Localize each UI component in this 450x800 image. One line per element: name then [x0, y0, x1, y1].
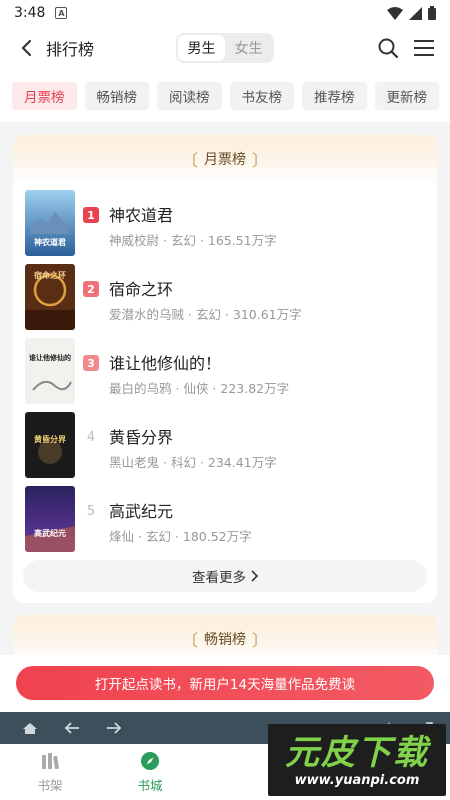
forward-arrow-icon[interactable]	[106, 721, 122, 735]
notification-icon: A	[55, 7, 68, 19]
status-time: 3:48	[14, 5, 46, 21]
book-genre: 玄幻	[195, 307, 221, 322]
book-title: 高武纪元	[109, 502, 174, 521]
book-cover: 高武纪元	[25, 486, 75, 552]
book-item[interactable]: 高武纪元 5 高武纪元 烽仙 · 玄幻 · 180.52万字	[25, 486, 425, 552]
wifi-icon	[387, 6, 403, 20]
book-author: 最白的乌鸦	[109, 381, 172, 396]
home-icon[interactable]	[22, 721, 38, 735]
battery-icon	[428, 6, 436, 20]
ranking-card: 〔 月票榜 〕 神农道君 1 神农道君 神威校尉 · 玄幻 · 165.51万字…	[13, 135, 437, 603]
book-item[interactable]: 谁让他修仙的 3 谁让他修仙的！ 最白的乌鸦 · 仙侠 · 223.82万字	[25, 338, 425, 404]
compass-icon	[141, 751, 159, 770]
header: 排行榜 男生 女生	[0, 26, 450, 70]
tab-monthly-ticket[interactable]: 月票榜	[12, 82, 77, 110]
book-cover: 神农道君	[25, 190, 75, 256]
nav-bookstore[interactable]: 书城	[100, 744, 200, 800]
search-icon[interactable]	[378, 38, 398, 58]
book-meta: 烽仙 · 玄幻 · 180.52万字	[109, 529, 252, 544]
watermark-logo-text: 元皮下载	[285, 732, 429, 773]
nav-bookshelf[interactable]: 书架	[0, 744, 100, 800]
view-more-button[interactable]: 查看更多	[23, 560, 427, 592]
cover-text: 高武纪元	[34, 528, 66, 538]
rank-badge: 3	[83, 355, 99, 371]
watermark-logo: 元皮下载 www.yuanpi.com	[268, 724, 446, 796]
book-item[interactable]: 黄昏分界 4 黄昏分界 黑山老鬼 · 科幻 · 234.41万字	[25, 412, 425, 478]
book-item[interactable]: 神农道君 1 神农道君 神威校尉 · 玄幻 · 165.51万字	[25, 190, 425, 256]
promo-banner-area: 打开起点读书，新用户14天海量作品免费读	[0, 655, 450, 712]
card-header: 〔 月票榜 〕	[13, 135, 437, 183]
book-words: 234.41万字	[207, 455, 277, 470]
book-words: 223.82万字	[220, 381, 290, 396]
tab-fans[interactable]: 书友榜	[229, 82, 294, 110]
book-genre: 科幻	[170, 455, 196, 470]
book-title: 神农道君	[109, 206, 174, 225]
back-arrow-icon	[21, 39, 32, 57]
ranking-tabs: 月票榜 畅销榜 阅读榜 书友榜 推荐榜 更新榜	[0, 70, 450, 122]
nav-bookshelf-label: 书架	[37, 777, 63, 793]
cover-text: 神农道君	[34, 237, 66, 247]
view-more-label: 查看更多	[192, 570, 246, 586]
book-title: 黄昏分界	[109, 428, 174, 447]
book-cover: 宿命之环	[25, 264, 75, 330]
book-meta: 黑山老鬼 · 科幻 · 234.41万字	[109, 455, 277, 470]
book-words: 165.51万字	[207, 233, 277, 248]
back-button[interactable]	[6, 26, 46, 70]
rank-number: 4	[86, 429, 96, 445]
card-title: 畅销榜	[204, 632, 246, 648]
cover-text: 黄昏分界	[34, 434, 67, 444]
page-title: 排行榜	[46, 40, 95, 59]
book-author: 爱潜水的乌贼	[109, 307, 185, 322]
rank-badge: 2	[83, 281, 99, 297]
bookshelf-icon	[42, 752, 59, 769]
chevron-right-icon	[251, 570, 258, 582]
book-words: 180.52万字	[182, 529, 252, 544]
status-bar: 3:48 A	[0, 0, 450, 26]
book-cover: 黄昏分界	[25, 412, 75, 478]
tab-recommend[interactable]: 推荐榜	[302, 82, 367, 110]
book-author: 烽仙	[109, 529, 135, 544]
rank-badge: 1	[83, 207, 99, 223]
nav-bookstore-label: 书城	[137, 777, 163, 793]
rank-number: 5	[86, 503, 96, 519]
book-item[interactable]: 宿命之环 2 宿命之环 爱潜水的乌贼 · 玄幻 · 310.61万字	[25, 264, 425, 330]
cover-text: 宿命之环	[34, 270, 66, 280]
book-title: 宿命之环	[109, 280, 174, 299]
tab-update[interactable]: 更新榜	[374, 82, 439, 110]
back-arrow-icon[interactable]	[64, 721, 80, 735]
ornament-left-icon: 〔	[181, 151, 198, 170]
book-author: 神威校尉	[109, 233, 160, 248]
book-title: 谁让他修仙的！	[109, 354, 222, 373]
book-author: 黑山老鬼	[109, 455, 160, 470]
book-words: 310.61万字	[232, 307, 302, 322]
watermark-url: www.yuanpi.com	[294, 772, 420, 788]
book-meta: 神威校尉 · 玄幻 · 165.51万字	[109, 233, 277, 248]
tab-reading[interactable]: 阅读榜	[157, 82, 222, 110]
gender-option-male[interactable]: 男生	[178, 35, 225, 61]
menu-icon[interactable]	[414, 39, 434, 57]
book-genre: 玄幻	[170, 233, 196, 248]
gender-option-female[interactable]: 女生	[225, 35, 272, 61]
signal-icon	[409, 6, 422, 20]
book-genre: 玄幻	[145, 529, 171, 544]
book-meta: 爱潜水的乌贼 · 玄幻 · 310.61万字	[109, 307, 302, 322]
ornament-left-icon: 〔	[181, 631, 198, 650]
open-app-banner[interactable]: 打开起点读书，新用户14天海量作品免费读	[16, 666, 434, 700]
card-title: 月票榜	[204, 152, 246, 168]
book-cover: 谁让他修仙的	[25, 338, 75, 404]
tab-bestseller[interactable]: 畅销榜	[84, 82, 149, 110]
book-genre: 仙侠	[183, 381, 209, 396]
book-meta: 最白的乌鸦 · 仙侠 · 223.82万字	[109, 381, 290, 396]
ornament-right-icon: 〕	[252, 631, 269, 650]
ornament-right-icon: 〕	[252, 151, 269, 170]
gender-toggle: 男生 女生	[176, 33, 274, 63]
cover-text: 谁让他修仙的	[29, 353, 71, 362]
